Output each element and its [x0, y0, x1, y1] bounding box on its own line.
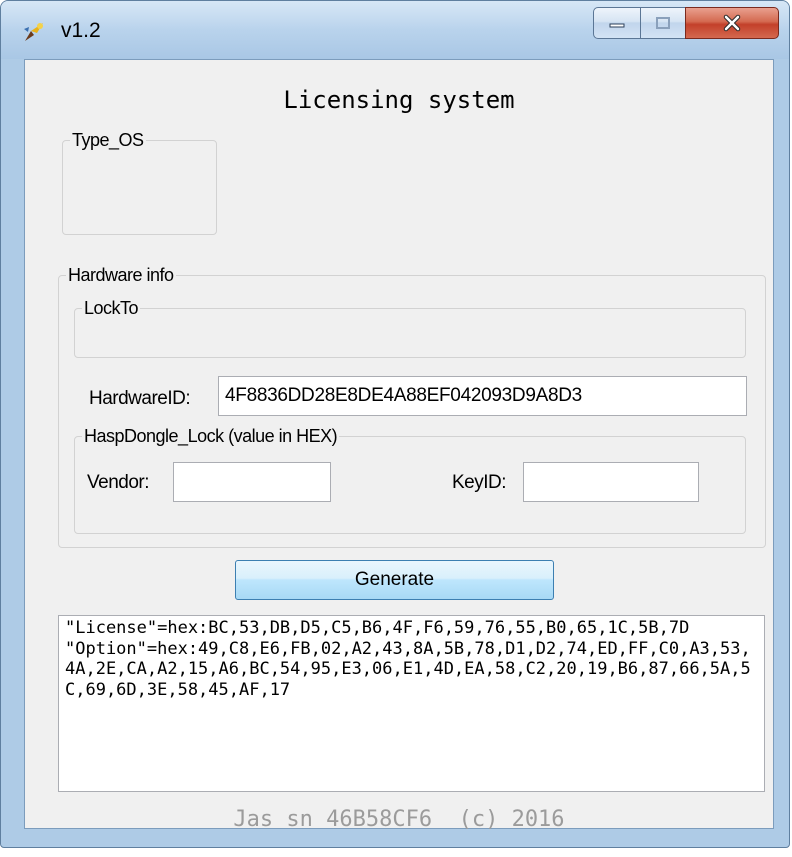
type-os-group: Type_OS	[62, 129, 217, 235]
hardware-info-group-label: Hardware info	[66, 264, 176, 286]
license-output-textarea[interactable]: "License"=hex:BC,53,DB,D5,C5,B6,4F,F6,59…	[58, 615, 765, 792]
vendor-label: Vendor:	[87, 472, 150, 493]
app-window: v1.2 Licensing system Type_OS Hardware i…	[0, 0, 790, 848]
hasp-dongle-group-label: HaspDongle_Lock (value in HEX)	[82, 425, 340, 447]
title-bar[interactable]: v1.2	[1, 1, 789, 59]
vendor-field[interactable]	[173, 462, 331, 502]
minimize-button[interactable]	[593, 7, 641, 39]
key-id-field[interactable]	[523, 462, 699, 502]
close-button[interactable]	[685, 7, 779, 39]
hardware-id-label: HardwareID:	[89, 388, 191, 409]
key-id-label: KeyID:	[452, 472, 507, 493]
form-client-area: Licensing system Type_OS Hardware info L…	[24, 59, 774, 832]
window-title: v1.2	[61, 19, 101, 42]
page-title: Licensing system	[283, 86, 515, 114]
minimize-icon	[609, 23, 625, 28]
hardware-id-field[interactable]: 4F8836DD28E8DE4A88EF042093D9A8D3	[218, 376, 747, 416]
lock-to-group-label: LockTo	[82, 297, 141, 319]
footer-serial-text: Jas sn 46B58CF6 (c) 2016	[233, 807, 565, 832]
lock-to-group: LockTo	[74, 297, 746, 358]
type-os-group-label: Type_OS	[70, 129, 146, 151]
app-logo-icon	[24, 23, 43, 41]
close-icon	[723, 14, 741, 32]
maximize-button[interactable]	[640, 7, 686, 39]
maximize-icon	[656, 17, 670, 29]
generate-button[interactable]: Generate	[235, 560, 554, 600]
